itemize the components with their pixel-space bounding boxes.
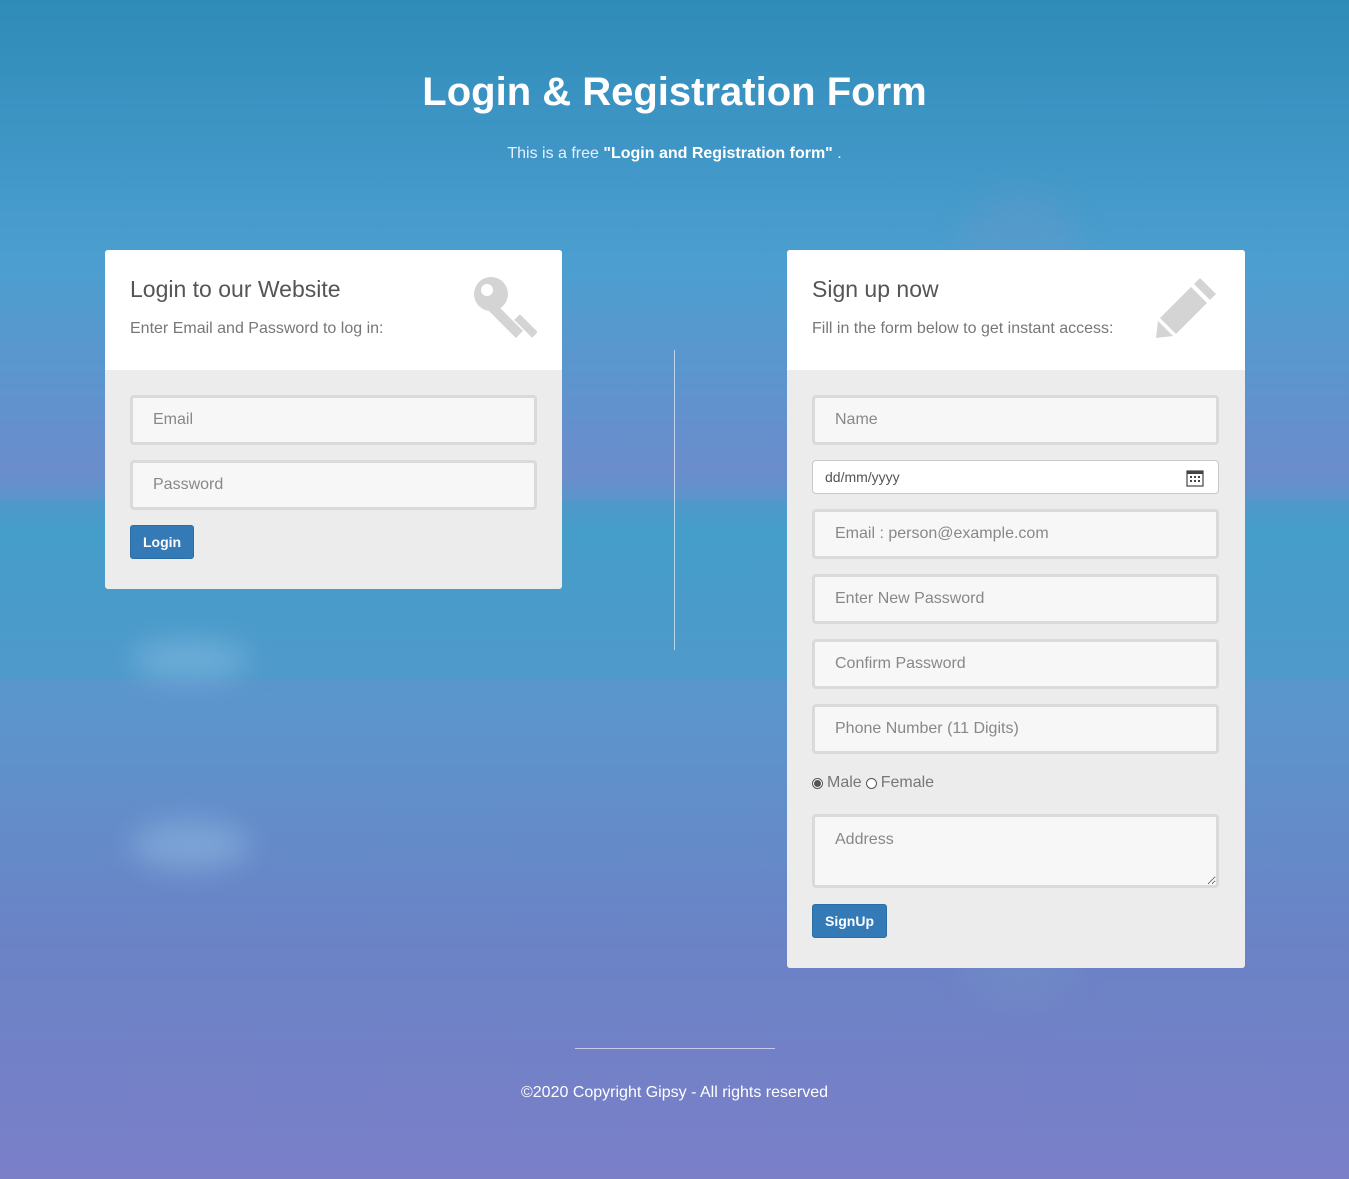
birthdate-input[interactable]: dd/mm/yyyy <box>812 460 1219 494</box>
subtitle-highlight: "Login and Registration form" <box>603 145 833 162</box>
signup-card-header: Sign up now Fill in the form below to ge… <box>787 250 1245 370</box>
birthdate-value: dd/mm/yyyy <box>825 469 900 485</box>
signup-email-input[interactable] <box>812 509 1219 559</box>
login-card: Login to our Website Enter Email and Pas… <box>105 250 562 589</box>
login-password-input[interactable] <box>130 460 537 510</box>
confirm-password-input[interactable] <box>812 639 1219 689</box>
footer-divider <box>575 1048 775 1049</box>
gender-female-label[interactable]: Female <box>881 774 934 792</box>
login-description: Enter Email and Password to log in: <box>130 320 384 337</box>
signup-title: Sign up now <box>812 276 939 302</box>
background-blob <box>130 820 250 870</box>
gender-male-radio[interactable] <box>812 777 823 789</box>
copyright-text: ©2020 Copyright Gipsy - All rights reser… <box>520 1084 829 1101</box>
login-email-input[interactable] <box>130 395 537 445</box>
key-icon <box>474 277 537 338</box>
signup-description: Fill in the form below to get instant ac… <box>812 320 1114 337</box>
gender-male-label[interactable]: Male <box>827 774 862 792</box>
login-card-header: Login to our Website Enter Email and Pas… <box>105 250 562 370</box>
signup-button[interactable]: SignUp <box>812 904 887 938</box>
address-textarea[interactable] <box>812 814 1219 888</box>
login-title: Login to our Website <box>130 276 341 302</box>
background-blob <box>130 640 250 680</box>
phone-input[interactable] <box>812 704 1219 754</box>
subtitle-suffix: . <box>832 145 842 162</box>
gender-radio-group: Male Female <box>812 774 934 792</box>
signup-name-input[interactable] <box>812 395 1219 445</box>
gender-female-radio[interactable] <box>865 777 877 789</box>
login-button[interactable]: Login <box>130 525 195 559</box>
vertical-divider <box>674 350 675 650</box>
subtitle-prefix: This is a free <box>507 145 604 162</box>
calendar-icon[interactable] <box>1186 469 1204 487</box>
new-password-input[interactable] <box>812 574 1219 624</box>
signup-card: Sign up now Fill in the form below to ge… <box>787 250 1245 968</box>
page-title: Login & Registration Form <box>422 70 927 114</box>
page-subtitle: This is a free "Login and Registration f… <box>0 145 1349 163</box>
pencil-icon <box>1156 278 1216 338</box>
